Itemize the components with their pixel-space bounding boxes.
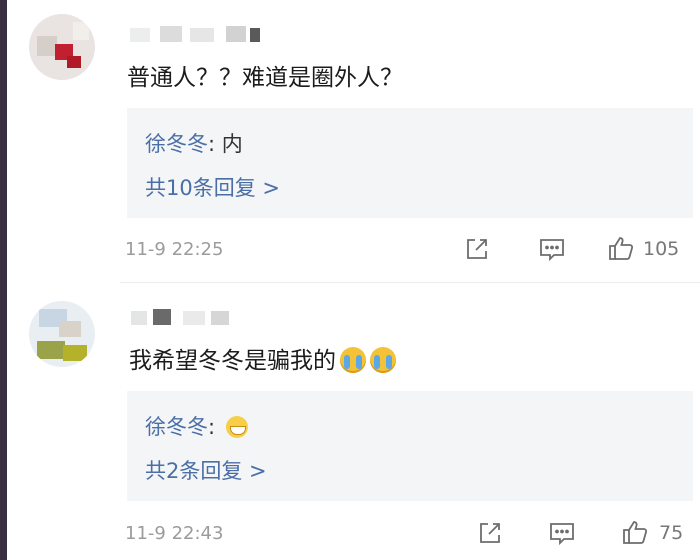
share-icon[interactable]: [464, 236, 490, 266]
username-pixelated[interactable]: [127, 307, 237, 329]
comment-item: 普通人？？难道是圈外人？ 徐冬冬: 内 共10条回复 > 11-9 22:25 …: [7, 0, 700, 282]
grinning-emoji: [225, 416, 248, 438]
comment-time: 11-9 22:25: [125, 239, 224, 260]
reply-text: 内: [221, 132, 243, 156]
reply-line: 徐冬冬:: [145, 411, 248, 441]
comment-icon[interactable]: [549, 522, 575, 550]
more-replies-link[interactable]: 共10条回复 >: [145, 172, 280, 202]
username-pixelated[interactable]: [130, 24, 270, 46]
share-icon[interactable]: [477, 520, 503, 550]
like-count: 105: [643, 238, 680, 260]
comment-text: 普通人？？难道是圈外人？: [127, 65, 403, 91]
window-edge: [0, 0, 7, 560]
reply-preview[interactable]: 徐冬冬: 共2条回复 >: [127, 391, 693, 501]
reply-line: 徐冬冬: 内: [145, 132, 243, 156]
reply-author[interactable]: 徐冬冬: [145, 132, 208, 156]
comment-text: 我希望冬冬是骗我的: [129, 345, 396, 377]
crying-emoji: [370, 347, 396, 373]
like-count: 75: [659, 522, 684, 544]
like-icon[interactable]: [621, 518, 649, 550]
comment-item: 我希望冬冬是骗我的 徐冬冬: 共2条回复 > 11-9 22:43 75: [7, 283, 700, 560]
crying-emoji: [340, 347, 366, 373]
avatar[interactable]: [29, 301, 95, 367]
more-replies-link[interactable]: 共2条回复 >: [145, 455, 267, 485]
reply-preview[interactable]: 徐冬冬: 内 共10条回复 >: [127, 108, 693, 218]
avatar[interactable]: [29, 14, 95, 80]
reply-author[interactable]: 徐冬冬: [145, 415, 208, 439]
comment-icon[interactable]: [539, 238, 565, 266]
like-icon[interactable]: [607, 234, 635, 266]
comment-time: 11-9 22:43: [125, 523, 224, 544]
